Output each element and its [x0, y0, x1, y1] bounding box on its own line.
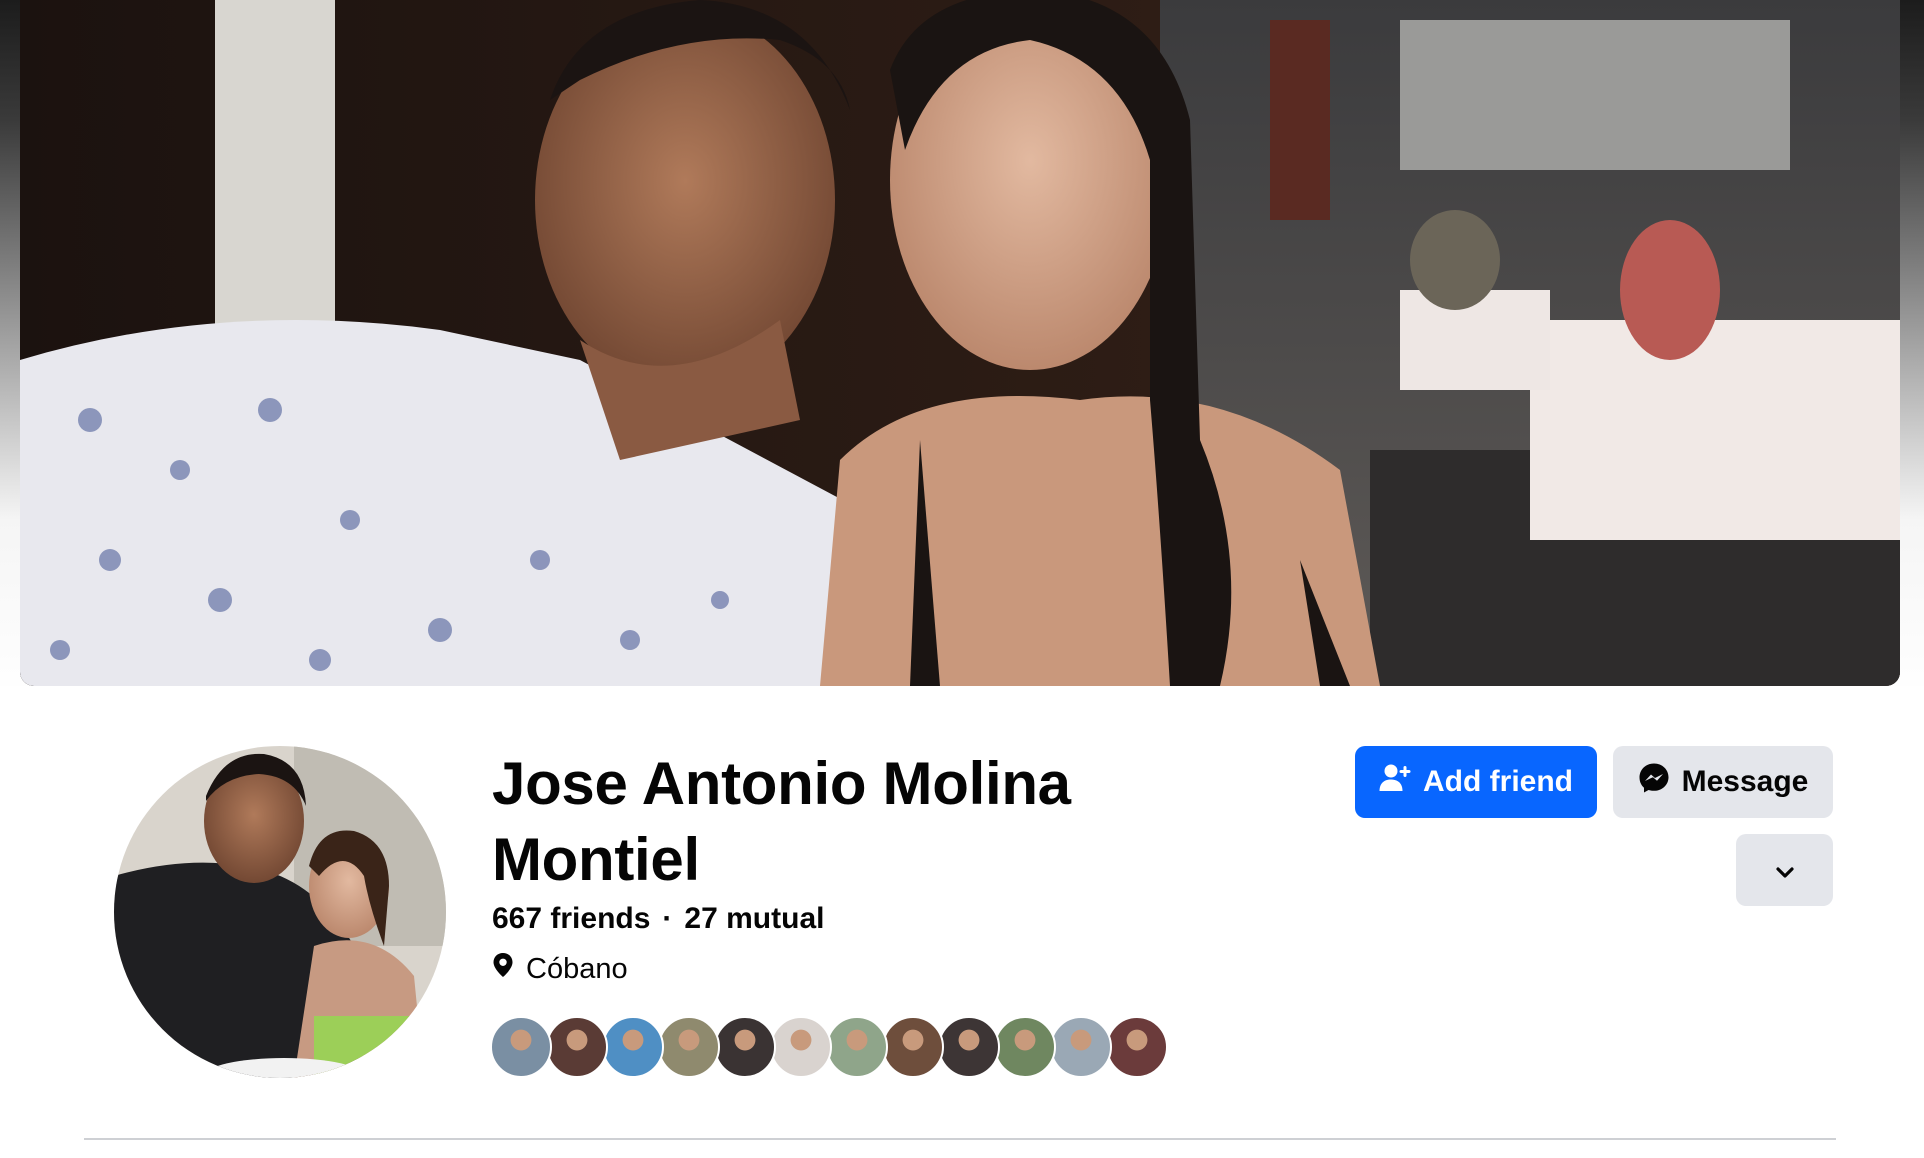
add-friend-button[interactable]: Add friend [1355, 746, 1597, 818]
profile-header: Jose Antonio Molina Montiel 667 friends … [0, 686, 1924, 1158]
message-button[interactable]: Message [1613, 746, 1833, 818]
mutual-friend-avatar[interactable] [658, 1016, 720, 1078]
map-pin-icon [492, 952, 514, 986]
chevron-down-icon [1775, 853, 1794, 887]
mutual-friend-avatar[interactable] [714, 1016, 776, 1078]
profile-page: Jose Antonio Molina Montiel 667 friends … [0, 0, 1924, 1158]
mutual-friend-avatar[interactable] [994, 1016, 1056, 1078]
mutual-friend-avatar[interactable] [938, 1016, 1000, 1078]
mutual-friend-avatar[interactable] [602, 1016, 664, 1078]
friends-summary: 667 friends · 27 mutual [492, 902, 824, 936]
mutual-friend-avatar[interactable] [770, 1016, 832, 1078]
profile-avatar[interactable] [110, 742, 450, 1082]
mutual-friend-avatar[interactable] [1106, 1016, 1168, 1078]
cover-photo[interactable] [20, 0, 1900, 686]
mutual-friend-avatar[interactable] [826, 1016, 888, 1078]
location-row: Cóbano [492, 952, 628, 986]
add-person-icon [1379, 763, 1411, 801]
cover-photo-image [20, 0, 1900, 686]
profile-name: Jose Antonio Molina Montiel [492, 750, 1071, 893]
profile-avatar-image [114, 746, 446, 1078]
header-divider [84, 1138, 1836, 1140]
mutual-friend-avatar[interactable] [1050, 1016, 1112, 1078]
add-friend-label: Add friend [1423, 765, 1573, 798]
friends-count-link[interactable]: 667 friends [492, 902, 650, 936]
mutual-friends-link[interactable]: 27 mutual [684, 902, 824, 936]
stats-separator: · [662, 902, 673, 935]
location-text: Cóbano [526, 952, 628, 985]
mutual-friend-avatar[interactable] [882, 1016, 944, 1078]
mutual-friend-avatar[interactable] [546, 1016, 608, 1078]
message-label: Message [1681, 765, 1809, 798]
more-options-button[interactable] [1736, 834, 1833, 906]
mutual-friend-avatar[interactable] [490, 1016, 552, 1078]
mutual-friends-avatars [490, 1016, 1168, 1078]
messenger-icon [1638, 762, 1670, 802]
